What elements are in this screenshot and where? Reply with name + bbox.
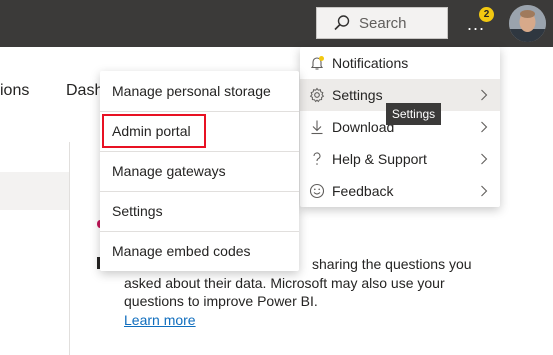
search-box[interactable]: Search: [316, 7, 448, 39]
notification-count-badge: 2: [479, 7, 494, 22]
smiley-icon: [309, 183, 325, 199]
download-icon: [311, 120, 323, 135]
avatar[interactable]: [509, 5, 546, 42]
menu-item-label: Notifications: [332, 55, 409, 71]
chevron-right-icon: [481, 89, 488, 101]
chevron-right-icon: [481, 153, 488, 165]
submenu-item-manage-personal-storage[interactable]: Manage personal storage: [100, 71, 299, 111]
menu-item-label: Download: [332, 119, 395, 135]
divider: [69, 142, 70, 355]
menu-item-notifications[interactable]: Notifications: [300, 47, 500, 79]
account-menu: Notifications Settings Download Help & S…: [300, 47, 500, 207]
top-header-bar: Search ... 2: [0, 0, 553, 47]
body-text-line-2: asked about their data. Microsoft may al…: [124, 275, 445, 291]
learn-more-row: Learn more: [124, 311, 484, 330]
menu-item-feedback[interactable]: Feedback: [300, 175, 500, 207]
search-label: Search: [359, 14, 407, 32]
settings-tooltip: Settings: [386, 103, 441, 125]
left-nav-selected-row[interactable]: [0, 172, 69, 210]
submenu-item-manage-gateways[interactable]: Manage gateways: [100, 151, 299, 191]
gear-icon: [309, 87, 325, 103]
bell-icon: [310, 56, 324, 70]
chevron-right-icon: [481, 185, 488, 197]
search-icon: [334, 15, 350, 31]
submenu-item-settings[interactable]: Settings: [100, 191, 299, 231]
menu-item-label: Feedback: [332, 183, 394, 199]
body-text-line-1: sharing the questions you: [312, 256, 472, 272]
menu-item-help-support[interactable]: Help & Support: [300, 143, 500, 175]
submenu-item-manage-embed-codes[interactable]: Manage embed codes: [100, 231, 299, 271]
learn-more-link[interactable]: Learn more: [124, 312, 196, 328]
settings-submenu: Manage personal storage Admin portal Man…: [100, 71, 299, 271]
chevron-right-icon: [481, 121, 488, 133]
admin-portal-highlight-box: [102, 114, 206, 148]
menu-item-label: Help & Support: [332, 151, 427, 167]
nav-tab-partial[interactable]: ions: [0, 82, 29, 100]
question-icon: [313, 152, 321, 165]
body-text-line-3: questions to improve Power BI.: [124, 293, 318, 309]
nav-tab-dashboards-partial[interactable]: Dash: [66, 82, 103, 100]
menu-item-label: Settings: [332, 87, 383, 103]
